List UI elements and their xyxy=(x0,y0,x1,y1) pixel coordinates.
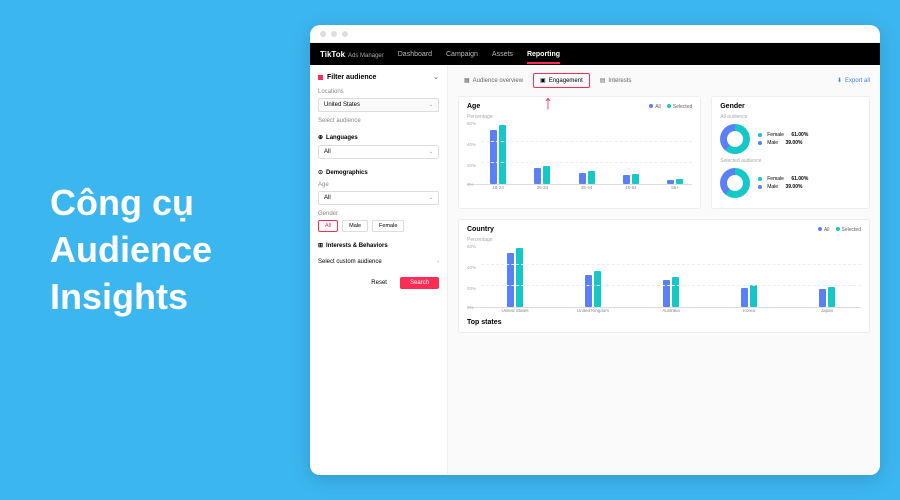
main-panel: ▦Audience overview ▣Engagement ▤Interest… xyxy=(448,65,880,475)
reset-button[interactable]: Reset xyxy=(363,277,395,289)
filter-sidebar: Filter audience ⌄ Locations United State… xyxy=(310,65,448,475)
folder-icon: ▦ xyxy=(464,77,470,84)
top-nav: TikTok: Ads Manager Dashboard Campaign A… xyxy=(310,43,880,65)
tab-audience-overview[interactable]: ▦Audience overview xyxy=(458,74,529,87)
tab-interests[interactable]: ▤Interests xyxy=(594,74,638,87)
gender-all-button[interactable]: All xyxy=(318,220,338,232)
tag-icon: ⊞ xyxy=(318,242,323,249)
chevron-down-icon: ⌄ xyxy=(433,73,439,81)
chevron-down-icon: ⌄ xyxy=(429,149,433,155)
gender-male-button[interactable]: Male xyxy=(342,220,368,232)
demographics-section[interactable]: ⊙Demographics xyxy=(318,169,439,176)
chevron-right-icon: › xyxy=(437,259,439,265)
age-legend: All Selected xyxy=(649,104,692,110)
age-card: Age All Selected Percentage 60%40%20%0% xyxy=(458,96,701,209)
nav-campaign[interactable]: Campaign xyxy=(446,51,478,58)
interests-section[interactable]: ⊞Interests & Behaviors xyxy=(318,242,439,249)
gender-all-label: All audience xyxy=(720,114,861,120)
locations-select[interactable]: United States⌄ xyxy=(318,98,439,112)
gender-sel-donut xyxy=(720,168,750,198)
custom-audience-row[interactable]: Select custom audience› xyxy=(318,259,439,265)
tab-engagement[interactable]: ▣Engagement xyxy=(533,73,590,88)
nav-assets[interactable]: Assets xyxy=(492,51,513,58)
gender-card: Gender All audience Female 61.00% Male 3… xyxy=(711,96,870,209)
annotation-arrow-icon: ↑ xyxy=(543,92,553,115)
content-area: Filter audience ⌄ Locations United State… xyxy=(310,65,880,475)
nav-dashboard[interactable]: Dashboard xyxy=(398,51,432,58)
country-x-labels: United StatesUnited KingdomAustraliaKore… xyxy=(467,308,861,313)
age-bar-chart: 60%40%20%0% xyxy=(467,120,692,185)
gender-sel-legend: Female 61.00% Male 39.00% xyxy=(758,175,808,191)
gender-sel-label: Selected audience xyxy=(720,158,861,164)
languages-select[interactable]: All⌄ xyxy=(318,145,439,159)
top-states-title: Top states xyxy=(467,319,861,326)
gender-all-legend: Female 61.00% Male 39.00% xyxy=(758,131,808,147)
gender-female-button[interactable]: Female xyxy=(372,220,404,232)
download-icon: ⬇ xyxy=(837,77,842,84)
age-x-labels: 18-2425-3435-4445-5455+ xyxy=(467,185,692,190)
app-window: TikTok: Ads Manager Dashboard Campaign A… xyxy=(310,25,880,475)
interests-icon: ▤ xyxy=(600,77,606,84)
nav-reporting[interactable]: Reporting xyxy=(527,51,560,58)
gender-title: Gender xyxy=(720,103,861,110)
gender-label: Gender xyxy=(318,211,439,217)
search-button[interactable]: Search xyxy=(400,277,439,289)
person-icon: ⊙ xyxy=(318,169,323,176)
globe-icon: ⊕ xyxy=(318,134,323,141)
chevron-down-icon: ⌄ xyxy=(429,102,433,108)
brand-logo: TikTok: Ads Manager xyxy=(320,50,384,59)
country-card: Country All Selected Percentage 60%40%20… xyxy=(458,219,870,333)
window-titlebar xyxy=(310,25,880,43)
country-bar-chart: 60%40%20%0% xyxy=(467,243,861,308)
country-legend: All Selected xyxy=(818,227,861,233)
age-label: Age xyxy=(318,182,439,188)
export-all-button[interactable]: ⬇Export all xyxy=(837,77,870,84)
age-select[interactable]: All⌄ xyxy=(318,191,439,205)
filter-header[interactable]: Filter audience ⌄ xyxy=(318,73,439,81)
locations-label: Locations xyxy=(318,89,439,95)
engagement-icon: ▣ xyxy=(540,77,546,84)
gender-all-donut xyxy=(720,124,750,154)
window-dot-max[interactable] xyxy=(342,31,348,37)
window-dot-min[interactable] xyxy=(331,31,337,37)
window-dot-close[interactable] xyxy=(320,31,326,37)
report-tabs: ▦Audience overview ▣Engagement ▤Interest… xyxy=(458,73,870,88)
select-audience-label: Select audience xyxy=(318,118,439,124)
page-title: Công cụAudienceInsights xyxy=(50,180,212,320)
chevron-down-icon: ⌄ xyxy=(429,195,433,201)
languages-section[interactable]: ⊕Languages xyxy=(318,134,439,141)
filter-indicator-icon xyxy=(318,75,323,80)
age-title: Age xyxy=(467,103,480,110)
country-title: Country xyxy=(467,226,494,233)
